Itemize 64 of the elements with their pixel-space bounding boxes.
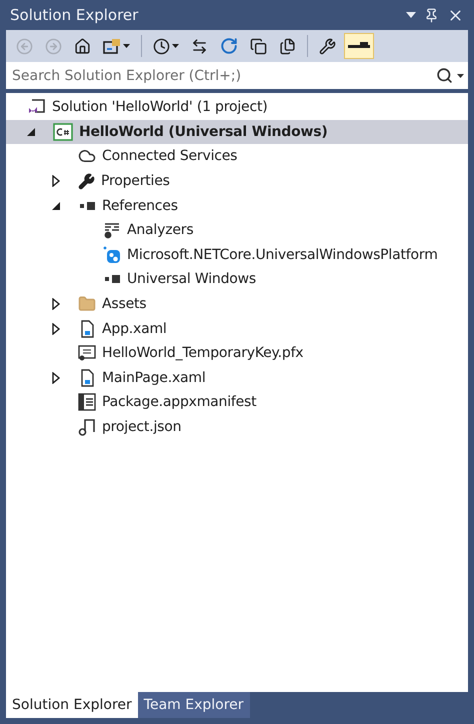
tab[interactable]: Solution Explorer	[6, 692, 138, 718]
expand-arrow-icon[interactable]	[52, 175, 61, 188]
tab[interactable]: Team Explorer	[138, 692, 250, 718]
tree-item-label: project.json	[102, 419, 182, 436]
tree-item-label: HelloWorld (Universal Windows)	[79, 124, 328, 140]
preview-icon	[348, 42, 370, 50]
tree-row[interactable]: Microsoft.NETCore.UniversalWindowsPlatform	[6, 242, 468, 268]
tree-item-label: Assets	[102, 296, 146, 312]
clock-icon	[153, 38, 170, 54]
back-icon	[16, 38, 33, 54]
tree-row[interactable]: HelloWorld_TemporaryKey.pfx	[6, 340, 468, 366]
tree-row[interactable]: Solution 'HelloWorld' (1 project)	[6, 95, 468, 120]
tree-row[interactable]: Universal Windows	[6, 267, 468, 292]
caret-icon	[123, 44, 130, 48]
tree-item-label: MainPage.xaml	[102, 370, 206, 386]
tree-item-label: References	[102, 198, 178, 214]
tree-item-label: Solution 'HelloWorld' (1 project)	[52, 99, 268, 116]
tree-row[interactable]: Package.appxmanifest	[6, 390, 468, 415]
search-field[interactable]: Search Solution Explorer (Ctrl+;)	[6, 62, 468, 89]
tree-item-label: Connected Services	[102, 148, 238, 164]
selected-tree-row[interactable]: HelloWorld (Universal Windows)	[6, 120, 468, 144]
certificate-icon	[78, 344, 96, 362]
caret-icon	[172, 44, 179, 48]
wrench-icon	[319, 38, 336, 54]
tree-row[interactable]: App.xaml	[6, 316, 468, 341]
files-icon	[279, 38, 296, 54]
folder-icon	[78, 295, 96, 314]
tree-item-label: Microsoft.NETCore.UniversalWindowsPlatform	[127, 246, 438, 263]
search-input[interactable]: Search Solution Explorer (Ctrl+;)	[10, 66, 436, 84]
toolbar-button[interactable]	[344, 33, 374, 59]
tree-item-label: Properties	[101, 173, 170, 190]
wrench-icon	[78, 172, 95, 190]
pin-icon[interactable]	[424, 8, 439, 22]
collapse-arrow-icon[interactable]	[27, 126, 36, 138]
tree-row[interactable]: MainPage.xaml	[6, 366, 468, 390]
tree-item-label: Analyzers	[127, 222, 194, 238]
analyzers-icon	[103, 221, 121, 240]
window-title: Solution Explorer	[10, 6, 138, 24]
tree-row[interactable]: project.json	[6, 414, 468, 440]
tree-item-label: Universal Windows	[127, 271, 256, 288]
tree-row[interactable]: Assets	[6, 292, 468, 316]
forward-icon	[45, 38, 62, 54]
dropdown-icon[interactable]	[406, 12, 416, 18]
window-icon	[103, 38, 121, 54]
manifest-icon	[78, 393, 96, 412]
tree-row[interactable]: Analyzers	[6, 218, 468, 243]
tree-row[interactable]: Connected Services	[6, 144, 468, 169]
refresh-icon	[220, 37, 238, 55]
tree-row[interactable]: References	[6, 193, 468, 218]
package-icon	[103, 246, 121, 264]
expand-arrow-icon[interactable]	[52, 322, 61, 335]
expand-arrow-icon[interactable]	[52, 298, 61, 310]
csharp-project-icon	[53, 122, 73, 141]
search-icon[interactable]	[436, 67, 453, 84]
sync-arrows-icon	[191, 38, 208, 54]
home-icon	[74, 38, 91, 54]
caret-icon[interactable]	[457, 74, 464, 78]
expand-arrow-icon[interactable]	[52, 372, 61, 384]
tree-item-label: App.xaml	[102, 320, 167, 337]
tree-item-label: Package.appxmanifest	[102, 394, 256, 410]
tree-row[interactable]: Properties	[6, 168, 468, 194]
json-file-icon	[78, 418, 96, 436]
tree-item-label: HelloWorld_TemporaryKey.pfx	[102, 345, 304, 362]
collapse-arrow-icon[interactable]	[52, 200, 61, 212]
